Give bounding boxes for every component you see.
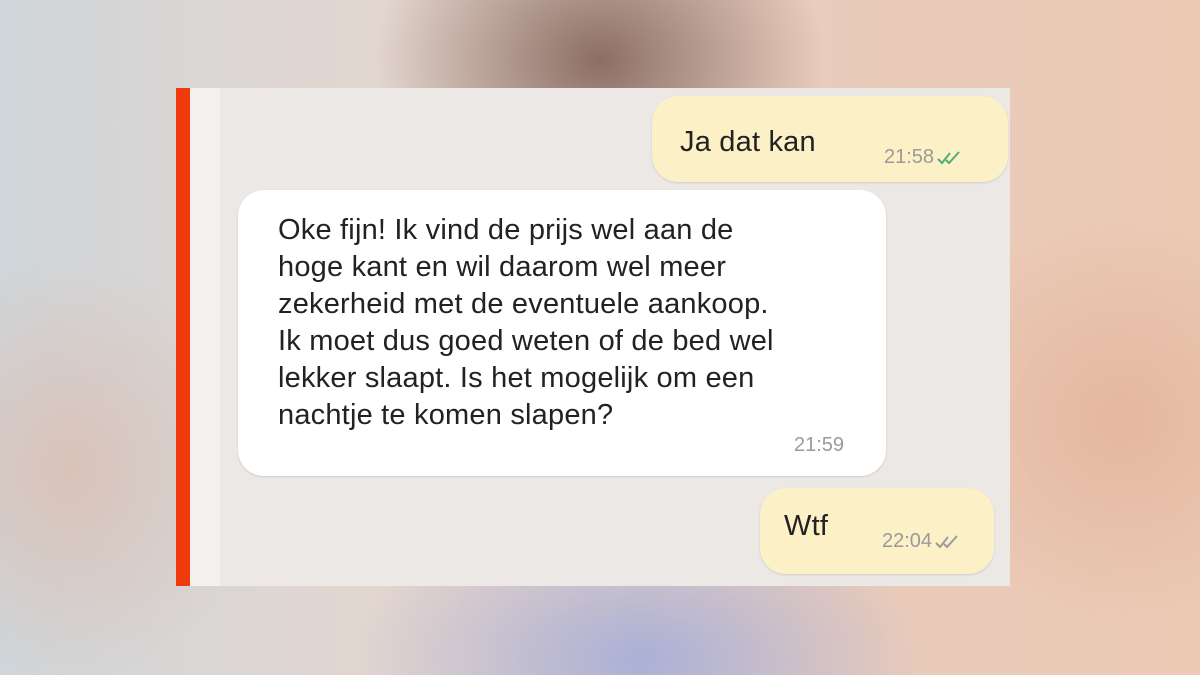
accent-bar — [176, 88, 190, 586]
message-text: Oke fijn! Ik vind de prijs wel aan de ho… — [278, 214, 774, 431]
chat-gutter — [190, 88, 220, 586]
message-bubble-incoming[interactable]: Oke fijn! Ik vind de prijs wel aan de ho… — [238, 190, 886, 476]
message-bubble-outgoing[interactable]: Ja dat kan 21:58 — [652, 96, 1008, 182]
double-check-icon — [935, 534, 958, 548]
chat-screenshot: Ja dat kan 21:58 Oke fijn! Ik vind de pr… — [176, 88, 1010, 586]
message-meta: 21:59 — [794, 434, 844, 457]
message-text: Wtf — [784, 510, 829, 542]
double-check-icon — [937, 150, 960, 164]
message-time: 21:59 — [794, 434, 845, 456]
message-meta: 21:58 — [884, 146, 963, 169]
message-text: Ja dat kan — [680, 126, 816, 158]
message-bubble-outgoing[interactable]: Wtf 22:04 — [760, 488, 994, 574]
message-meta: 22:04 — [882, 530, 961, 553]
message-time: 21:58 — [884, 146, 935, 168]
message-time: 22:04 — [882, 530, 933, 552]
